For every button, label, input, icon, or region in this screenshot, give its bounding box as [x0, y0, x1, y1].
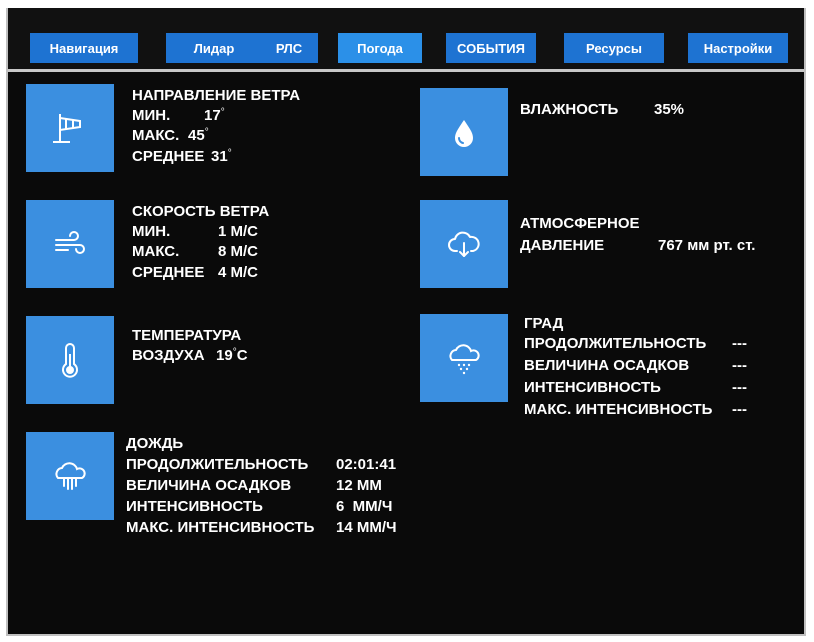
pressure-title-line1: АТМОСФЕРНОЕ: [520, 215, 640, 232]
rain-cloud-icon: [55, 462, 86, 490]
wind-direction-min-label: МИН.: [132, 107, 171, 124]
temperature-label: ВОЗДУХА: [132, 347, 205, 364]
wind-speed-tile: [26, 200, 114, 288]
hail-intensity-value: ---: [732, 379, 747, 396]
wind-speed-min-label: МИН.: [132, 223, 171, 240]
tab-navigation[interactable]: Навигация: [30, 33, 138, 63]
hail-amount-label: ВЕЛИЧИНА ОСАДКОВ: [524, 357, 690, 374]
tab-radar[interactable]: РЛС: [260, 33, 318, 63]
water-drop-icon: [455, 120, 473, 147]
wind-direction-avg-label: СРЕДНЕЕ: [132, 148, 205, 165]
humidity-tile: [420, 88, 508, 176]
humidity-value: 35%: [654, 101, 685, 118]
app-frame: Навигация Лидар РЛС Погода СОБЫТИЯ Ресур…: [6, 8, 806, 636]
wind-speed-max-label: МАКС.: [132, 243, 180, 260]
windsock-icon: [53, 114, 81, 143]
rain-intensity-value: 6 ММ/Ч: [336, 498, 393, 515]
hail-cloud-icon: [449, 344, 480, 375]
pressure-title-line2: ДАВЛЕНИЕ: [520, 237, 605, 254]
wind-direction-tile: [26, 84, 114, 172]
wind-icon: [55, 231, 85, 254]
cloud-download-icon: [448, 231, 480, 257]
thermometer-icon: [62, 343, 78, 378]
wind-direction-min-value: 17°: [204, 107, 225, 124]
hail-max-intensity-value: ---: [732, 401, 747, 418]
hail-amount-value: ---: [732, 357, 747, 374]
temperature-title: ТЕМПЕРАТУРА: [132, 327, 242, 344]
wind-direction-avg-value: 31°: [211, 148, 232, 165]
rain-amount-label: ВЕЛИЧИНА ОСАДКОВ: [126, 477, 292, 494]
wind-speed-title: СКОРОСТЬ ВЕТРА: [132, 203, 270, 220]
tab-lidar[interactable]: Лидар: [166, 33, 262, 63]
wind-speed-min-value: 1 М/С: [218, 223, 259, 240]
tab-settings[interactable]: Настройки: [688, 33, 788, 63]
rain-duration-value: 02:01:41: [336, 456, 397, 473]
temperature-value: 19°C: [216, 347, 248, 364]
temperature-tile: [26, 316, 114, 404]
hail-duration-label: ПРОДОЛЖИТЕЛЬНОСТЬ: [524, 335, 707, 352]
nav-bar: Навигация Лидар РЛС Погода СОБЫТИЯ Ресур…: [8, 8, 804, 72]
wind-direction-title: НАПРАВЛЕНИЕ ВЕТРА: [132, 87, 301, 104]
wind-speed-avg-value: 4 М/С: [218, 264, 259, 281]
hail-duration-value: ---: [732, 335, 747, 352]
wind-speed-max-value: 8 М/С: [218, 243, 259, 260]
wind-direction-max-value: 45°: [188, 127, 209, 144]
hail-intensity-label: ИНТЕНСИВНОСТЬ: [524, 379, 661, 396]
rain-amount-value: 12 ММ: [336, 477, 382, 494]
pressure-tile: [420, 200, 508, 288]
tab-weather[interactable]: Погода: [338, 33, 422, 63]
wind-direction-max-label: МАКС.: [132, 127, 180, 144]
hail-max-intensity-label: МАКС. ИНТЕНСИВНОСТЬ: [524, 401, 713, 418]
rain-max-intensity-label: МАКС. ИНТЕНСИВНОСТЬ: [126, 519, 315, 536]
tab-resources[interactable]: Ресурсы: [564, 33, 664, 63]
tab-events[interactable]: СОБЫТИЯ: [446, 33, 536, 63]
rain-intensity-label: ИНТЕНСИВНОСТЬ: [126, 498, 263, 515]
rain-duration-label: ПРОДОЛЖИТЕЛЬНОСТЬ: [126, 456, 309, 473]
pressure-value: 767 мм рт. ст.: [658, 237, 756, 254]
hail-title: ГРАД: [524, 315, 564, 332]
rain-max-intensity-value: 14 ММ/Ч: [336, 519, 397, 536]
wind-speed-avg-label: СРЕДНЕЕ: [132, 264, 205, 281]
humidity-title: ВЛАЖНОСТЬ: [520, 101, 619, 118]
rain-tile: [26, 432, 114, 520]
rain-title: ДОЖДЬ: [126, 435, 184, 452]
hail-tile: [420, 314, 508, 402]
